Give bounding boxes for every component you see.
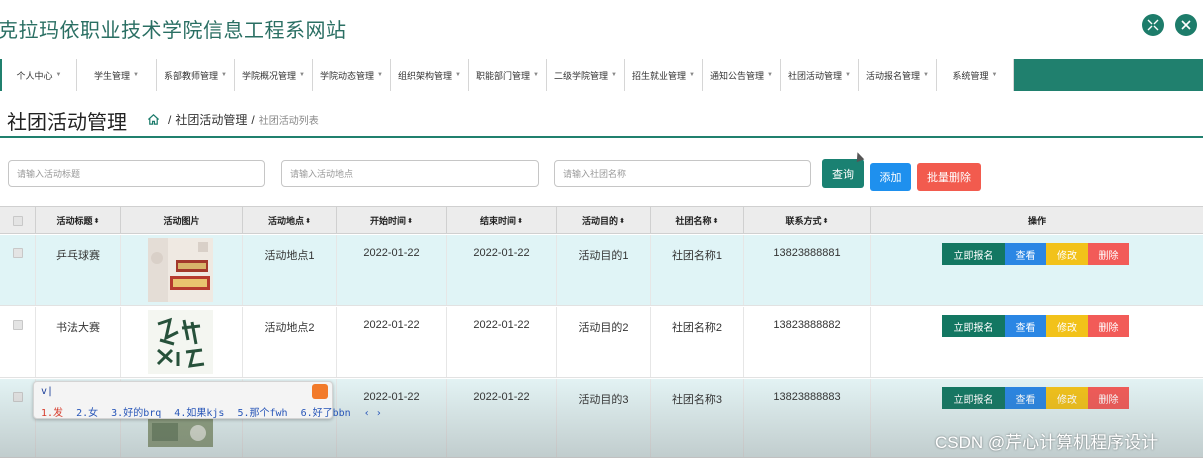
main-nav: 个人中心 ▼ 学生管理 ▼ 系部教师管理 ▼ 学院概况管理 ▼ 学院动态管理 ▼ 组织架构…	[0, 59, 1203, 91]
nav-item-admissions[interactable]: 招生就业管理 ▼	[625, 59, 703, 91]
page: 克拉玛依职业技术学院信息工程系网站 个人中心 ▼ 学生管理 ▼ 系部教师管理 ▼ 学院…	[0, 0, 1203, 458]
cell-title: 乒乓球赛	[35, 235, 120, 305]
club-name-search-input[interactable]: 请输入社团名称	[554, 160, 811, 187]
batch-delete-button[interactable]: 批量删除	[917, 163, 981, 191]
nav-item-college-overview[interactable]: 学院概况管理 ▼	[235, 59, 313, 91]
nav-item-students[interactable]: 学生管理 ▼	[77, 59, 157, 91]
cell-club: 社团名称2	[650, 307, 743, 377]
cell-purpose: 活动目的1	[556, 235, 650, 305]
edit-button[interactable]: 修改	[1046, 387, 1088, 409]
row-checkbox[interactable]	[12, 320, 23, 330]
ime-candidate-window[interactable]: v| 1.发 2.女 3.好的brq 4.如果kjs 5.那个fwh 6.好了b…	[33, 381, 382, 419]
pingpong-poster-image	[148, 238, 213, 302]
ime-candidate[interactable]: 1.发	[41, 408, 63, 419]
ime-candidate[interactable]: 3.好的brq	[111, 408, 161, 419]
activity-title-search-input[interactable]: 请输入活动标题	[8, 160, 265, 187]
header-actions: 操作	[870, 207, 1203, 234]
nav-item-teachers[interactable]: 系部教师管理 ▼	[157, 59, 235, 91]
cell-purpose: 活动目的3	[556, 379, 650, 457]
delete-button[interactable]: 删除	[1088, 387, 1129, 409]
cell-purpose: 活动目的2	[556, 307, 650, 377]
cell-club: 社团名称3	[650, 379, 743, 457]
view-button[interactable]: 查看	[1005, 387, 1046, 409]
header-select-all[interactable]	[0, 207, 35, 234]
row-actions: 立即报名 查看 修改 删除	[942, 243, 1129, 265]
ime-candidate[interactable]: 4.如果kjs	[174, 408, 224, 419]
cell-place: 活动地点2	[242, 307, 336, 377]
add-button[interactable]: 添加	[870, 163, 911, 191]
nav-item-personal-center[interactable]: 个人中心 ▼	[2, 59, 77, 91]
header-contact[interactable]: 联系方式 ⬍	[743, 207, 870, 234]
edit-button[interactable]: 修改	[1046, 315, 1088, 337]
ime-candidates: 1.发 2.女 3.好的brq 4.如果kjs 5.那个fwh 6.好了bbn …	[41, 404, 389, 419]
ime-candidate[interactable]: 2.女	[76, 408, 98, 419]
table-row[interactable]: 书法大赛 活动地点2 2022-01-22 2022-01-22 活动目的2 社…	[0, 307, 1203, 378]
breadcrumb-current: 社团活动列表	[258, 116, 319, 127]
ime-logo-icon[interactable]	[312, 384, 328, 399]
nav-item-club-activities[interactable]: 社团活动管理 ▼	[781, 59, 859, 91]
cell-end: 2022-01-22	[446, 307, 556, 377]
activity-image	[148, 419, 213, 447]
site-title: 克拉玛依职业技术学院信息工程系网站	[0, 20, 347, 42]
nav-item-secondary-college[interactable]: 二级学院管理 ▼	[547, 59, 625, 91]
nav-item-system[interactable]: 系统管理 ▼	[937, 59, 1014, 91]
header-title[interactable]: 活动标题 ⬍	[35, 207, 120, 234]
header-start-time[interactable]: 开始时间 ⬍	[336, 207, 446, 234]
cell-end: 2022-01-22	[446, 379, 556, 457]
ime-candidate[interactable]: 5.那个fwh	[237, 408, 287, 419]
nav-item-college-news[interactable]: 学院动态管理 ▼	[313, 59, 391, 91]
page-title: 社团活动管理	[7, 112, 127, 134]
home-icon[interactable]	[147, 113, 160, 126]
signup-button[interactable]: 立即报名	[942, 243, 1005, 265]
row-checkbox[interactable]	[12, 248, 23, 258]
header-purpose[interactable]: 活动目的 ⬍	[556, 207, 650, 234]
ime-candidate[interactable]: 6.好了bbn	[301, 408, 351, 419]
breadcrumb: / 社团活动管理 / 社团活动列表	[147, 111, 319, 128]
close-icon[interactable]	[1175, 14, 1197, 36]
watermark: CSDN @芹心计算机程序设计	[935, 433, 1159, 452]
cell-end: 2022-01-22	[446, 235, 556, 305]
cell-club: 社团名称1	[650, 235, 743, 305]
row-actions: 立即报名 查看 修改 删除	[942, 387, 1129, 409]
ime-page-arrows[interactable]: ‹ ›	[364, 408, 382, 419]
delete-button[interactable]: 删除	[1088, 243, 1129, 265]
ime-composition: v|	[41, 386, 54, 397]
query-button[interactable]: 查询	[822, 159, 864, 188]
cell-contact: 13823888883	[743, 379, 870, 457]
page-heading: 社团活动管理 / 社团活动管理 / 社团活动列表	[0, 92, 1203, 138]
header-club[interactable]: 社团名称 ⬍	[650, 207, 743, 234]
row-actions: 立即报名 查看 修改 删除	[942, 315, 1129, 337]
activity-place-search-input[interactable]: 请输入活动地点	[281, 160, 539, 187]
table-header: 活动标题 ⬍ 活动图片 活动地点 ⬍ 开始时间 ⬍ 结束时间 ⬍ 活动目的 ⬍ 社团名称 ⬍…	[0, 206, 1203, 234]
site-header: 克拉玛依职业技术学院信息工程系网站	[0, 0, 1203, 56]
nav-item-org-structure[interactable]: 组织架构管理 ▼	[391, 59, 469, 91]
view-button[interactable]: 查看	[1005, 315, 1046, 337]
fullscreen-icon[interactable]	[1142, 14, 1164, 36]
nav-item-activity-signup[interactable]: 活动报名管理 ▼	[859, 59, 937, 91]
signup-button[interactable]: 立即报名	[942, 315, 1005, 337]
calligraphy-poster-image	[148, 310, 213, 374]
checkbox-icon[interactable]	[12, 215, 23, 226]
delete-button[interactable]: 删除	[1088, 315, 1129, 337]
view-button[interactable]: 查看	[1005, 243, 1046, 265]
cell-title: 书法大赛	[35, 307, 120, 377]
nav-item-departments[interactable]: 职能部门管理 ▼	[469, 59, 547, 91]
signup-button[interactable]: 立即报名	[942, 387, 1005, 409]
row-checkbox[interactable]	[12, 392, 23, 402]
cell-place: 活动地点1	[242, 235, 336, 305]
header-image: 活动图片	[120, 207, 242, 234]
cell-start: 2022-01-22	[336, 307, 446, 377]
edit-button[interactable]: 修改	[1046, 243, 1088, 265]
nav-item-notices[interactable]: 通知公告管理 ▼	[703, 59, 781, 91]
cell-contact: 13823888881	[743, 235, 870, 305]
header-end-time[interactable]: 结束时间 ⬍	[446, 207, 556, 234]
breadcrumb-parent[interactable]: 社团活动管理	[175, 111, 247, 128]
cell-start: 2022-01-22	[336, 235, 446, 305]
header-place[interactable]: 活动地点 ⬍	[242, 207, 336, 234]
table-row[interactable]: 乒乓球赛 活动地点1 2022-01-22 2022-01-22 活动目的1 社…	[0, 235, 1203, 306]
cell-contact: 13823888882	[743, 307, 870, 377]
